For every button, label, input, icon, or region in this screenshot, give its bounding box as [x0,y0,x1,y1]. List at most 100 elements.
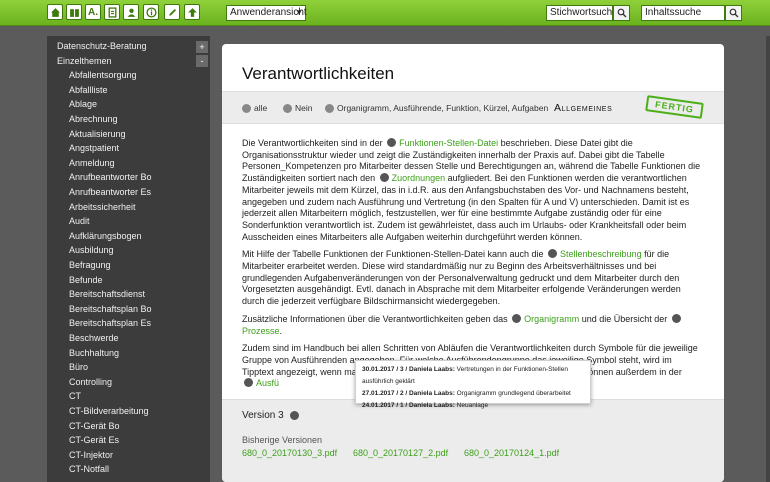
view-select[interactable]: Anwenderansicht ▼ [226,5,307,21]
sidebar-item[interactable]: CT-Bildverarbeitung [69,406,149,416]
sidebar-item[interactable]: Bereitschaftsdienst [69,289,145,299]
text: Mit Hilfe der Tabelle Funktionen der Fun… [242,249,547,260]
a-button[interactable]: A. [85,4,101,20]
filter-bar: alle Nein Organigramm, Ausführende, Funk… [222,91,724,124]
link-stellenbeschreibung[interactable]: Stellenbeschreibung [560,249,642,259]
collapse-button[interactable]: - [196,55,208,67]
sidebar-item[interactable]: CT-Gerät Bo [69,421,120,431]
sidebar-item[interactable]: Aktualisierung [69,129,126,139]
sidebar-item[interactable]: Audit [69,216,90,226]
link-icon [244,378,253,388]
text: Zusätzliche Informationen über die Veran… [242,313,511,324]
tooltip-row: 30.01.2017 / 3 / Daniela Laabs: Vertretu… [362,364,584,388]
user-icon[interactable] [123,4,139,20]
sidebar-item[interactable]: Anrufbeantworter Bo [69,172,152,182]
sidebar-item[interactable]: Angstpatient [69,143,119,153]
paragraph-2: Mit Hilfe der Tabelle Funktionen der Fun… [242,249,704,308]
scrollbar[interactable] [766,36,770,482]
tooltip-meta: 27.01.2017 / 2 / Daniela Laabs: [362,390,455,397]
sidebar-item[interactable]: Befragung [69,260,111,270]
keyword-search-button[interactable] [613,5,630,21]
sidebar-item[interactable]: CT-Injektor [69,450,113,460]
tooltip-meta: 30.01.2017 / 3 / Daniela Laabs: [362,366,455,373]
version-label: Version 3 [242,410,284,421]
text: können außerdem in der [583,366,682,377]
sidebar-item[interactable]: Anmeldung [69,158,115,168]
sidebar-item[interactable]: Buchhaltung [69,348,119,358]
link-organigramm[interactable]: Organigramm [524,314,579,324]
sidebar-item[interactable]: Büro [69,362,88,372]
sidebar-item[interactable]: Ausbildung [69,245,114,255]
sidebar-item[interactable]: Controlling [69,377,112,387]
content-text: Die Verantwortlichkeiten sind in der Fun… [242,138,704,396]
sidebar-item[interactable]: Bereitschaftsplan Bo [69,304,152,314]
sidebar-item[interactable]: Datenschutz-Beratung [57,41,147,51]
sidebar-item[interactable]: CT-Notfall [69,464,109,474]
paragraph-1: Die Verantwortlichkeiten sind in der Fun… [242,138,704,243]
link-icon [512,313,522,323]
link-icon [548,249,558,259]
filter-all[interactable]: alle [254,103,267,113]
sidebar-item[interactable]: Abfallliste [69,85,108,95]
tooltip-text: Organigramm grundlegend überarbeitet [454,390,571,397]
link-ausfuehrende[interactable]: Ausfü [256,378,279,388]
fields-filter-icon[interactable] [325,104,334,113]
all-filter-icon[interactable] [242,104,251,113]
chevron-down-icon: ▼ [295,8,303,17]
page-title: Verantwortlichkeiten [242,64,395,83]
tooltip-meta: 24.01.2017 / 1 / Daniela Laabs: [362,402,455,409]
tooltip-row: 27.01.2017 / 2 / Daniela Laabs: Organigr… [362,388,584,400]
sidebar-item[interactable]: Beschwerde [69,333,119,343]
document-icon[interactable] [104,4,120,20]
link-zuordnungen[interactable]: Zuordnungen [392,173,446,183]
version-file-link[interactable]: 680_0_20170127_2.pdf [353,448,448,458]
search-icon [729,8,738,18]
version-info-icon[interactable] [290,411,299,420]
main-panel: Verantwortlichkeiten alle Nein Organigra… [222,44,724,482]
keyword-search-input[interactable]: Stichwortsuche [546,5,618,21]
top-toolbar: A. Anwenderansicht ▼ Stichwortsuche Inha… [0,0,770,26]
history-label: Bisherige Versionen [242,435,323,445]
edit-icon[interactable] [164,4,180,20]
sidebar-item[interactable]: Abrechnung [69,114,118,124]
handbook-icon[interactable] [66,4,82,20]
tooltip-row: 24.01.2017 / 1 / Daniela Laabs: Neuanlag… [362,400,584,412]
version-file-link[interactable]: 680_0_20170130_3.pdf [242,448,337,458]
version-file-link[interactable]: 680_0_20170124_1.pdf [464,448,559,458]
sidebar-item[interactable]: Ablage [69,99,97,109]
text: aufgliedert. Bei den Funktionen werden d… [242,173,690,242]
sidebar-item[interactable]: Befunde [69,275,103,285]
content-search-input[interactable]: Inhaltssuche [641,5,725,21]
info-icon[interactable] [143,4,159,20]
search-icon [617,8,626,18]
filter-fields[interactable]: Organigramm, Ausführende, Funktion, Kürz… [337,103,548,113]
section-heading: Allgemeines [554,102,613,114]
link-prozesse[interactable]: Prozesse [242,326,280,336]
upload-icon[interactable] [184,4,200,20]
content-search-button[interactable] [725,5,742,21]
paragraph-3: Zusätzliche Informationen über die Veran… [242,313,704,337]
text: und die Übersicht der [579,313,670,324]
sidebar-item[interactable]: CT-Gerät Es [69,435,119,445]
version-tooltip: 30.01.2017 / 3 / Daniela Laabs: Vertretu… [355,360,591,409]
link-funktionen-stellen-datei[interactable]: Funktionen-Stellen-Datei [399,138,498,148]
text: Die Verantwortlichkeiten sind in der [242,138,386,148]
expand-button[interactable]: + [196,41,208,53]
status-stamp: FERTIG [645,95,704,119]
pencil-icon [387,138,397,147]
sidebar-item[interactable]: Einzelthemen [57,56,112,66]
sidebar-item[interactable]: Bereitschaftsplan Es [69,318,151,328]
link-icon [379,173,389,183]
sidebar: Datenschutz-Beratung Einzelthemen Abfallen… [47,36,210,482]
home-icon[interactable] [47,4,63,20]
sidebar-item[interactable]: Abfallentsorgung [69,70,137,80]
link-icon [671,313,681,323]
sidebar-item[interactable]: Arbeitssicherheit [69,202,136,212]
text: . [279,325,283,336]
sidebar-item[interactable]: Aufklärungsbogen [69,231,142,241]
filter-none[interactable]: Nein [295,103,312,113]
sidebar-item[interactable]: Anrufbeantworter Es [69,187,151,197]
none-filter-icon[interactable] [283,104,292,113]
sidebar-item[interactable]: CT [69,391,81,401]
tooltip-text: Neuanlage [454,402,489,409]
